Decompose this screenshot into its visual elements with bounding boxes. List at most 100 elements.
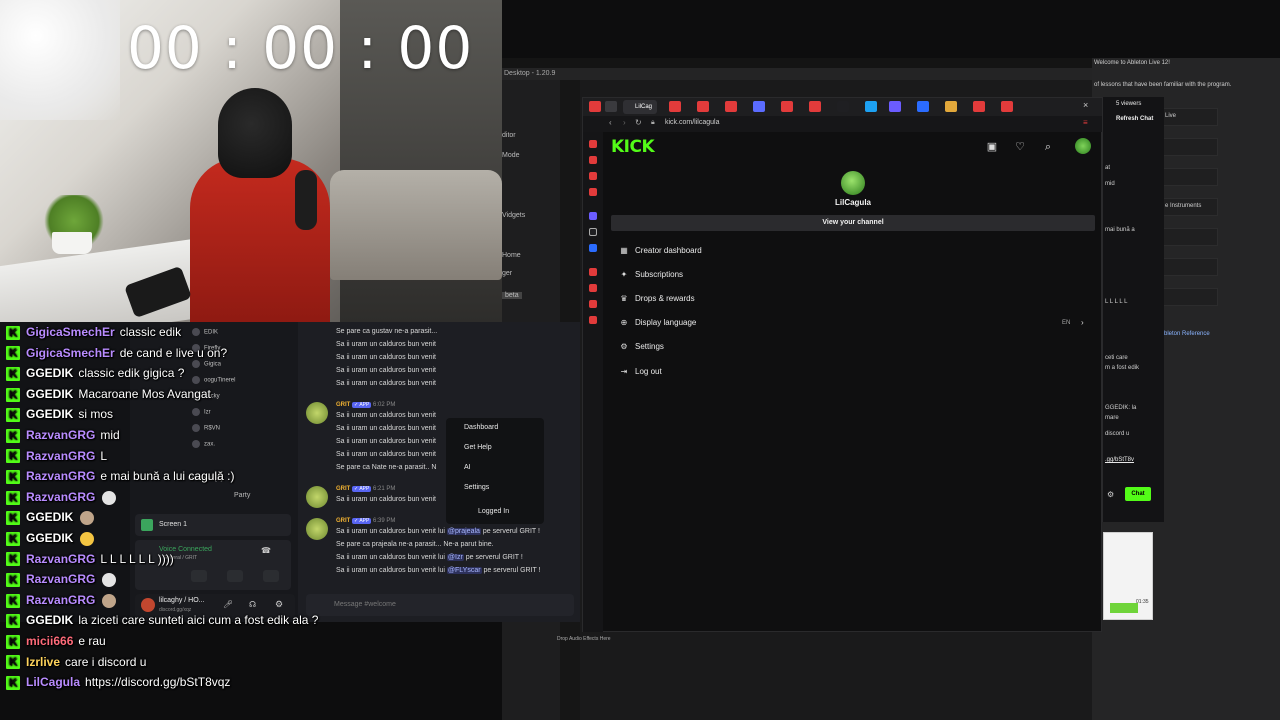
menu-item-log-out[interactable]: ⇥ Log out [619, 364, 1089, 380]
chat-snippet: L L L L L [1105, 299, 1128, 305]
chat-username[interactable]: RazvanGRG [26, 593, 95, 607]
sidebar-app-icon[interactable] [589, 172, 597, 180]
menu-item-creator-dashboard[interactable]: ▦ Creator dashboard [619, 243, 1089, 259]
address-input[interactable]: kick.com/lilcagula [665, 119, 719, 126]
view-channel-button[interactable]: View your channel [611, 215, 1095, 231]
close-icon[interactable]: × [1083, 100, 1088, 110]
chat-text: e mai bună a lui cagulă :) [100, 469, 235, 484]
tab-icon[interactable] [725, 101, 737, 112]
tab-icon[interactable] [809, 101, 821, 112]
help-box[interactable] [1160, 288, 1218, 306]
chat-text: classic edik [119, 325, 182, 339]
chat-username[interactable]: RazvanGRG [26, 449, 95, 463]
help-box[interactable] [1160, 228, 1218, 246]
help-box[interactable] [1160, 138, 1218, 156]
chat-username[interactable]: GGEDIK [26, 510, 73, 524]
chat-text: L [100, 448, 108, 463]
heart-icon[interactable]: ♡ [1013, 140, 1027, 154]
menu-item-drops[interactable]: ♛ Drops & rewards [619, 291, 1089, 307]
sidebar-app-icon[interactable] [589, 300, 597, 308]
help-item[interactable]: Live [1160, 108, 1218, 126]
chat-message: K RazvanGRG mid [6, 425, 120, 445]
chat-username[interactable]: RazvanGRG [26, 428, 95, 442]
chat-username[interactable]: GGEDIK [26, 407, 73, 421]
sidebar-item[interactable]: Home [502, 252, 521, 259]
gear-icon[interactable]: ⚙ [1107, 490, 1114, 499]
sidebar-item[interactable]: ditor [502, 132, 516, 139]
search-icon[interactable]: ⌕ [1041, 140, 1055, 154]
help-item[interactable]: e Instruments [1160, 198, 1218, 216]
sidebar-app-icon[interactable] [589, 228, 597, 236]
chat-send-button[interactable]: Chat [1125, 487, 1151, 501]
tab-icon[interactable] [837, 101, 849, 112]
chat-username[interactable]: Izrlive [26, 655, 60, 669]
tab-icon[interactable] [589, 101, 601, 112]
tab-icon[interactable] [697, 101, 709, 112]
sidebar-item[interactable]: Vidgets [502, 212, 525, 219]
menu-icon[interactable]: ≡ [1083, 118, 1088, 127]
chat-snippet: at [1105, 165, 1111, 171]
chat-username[interactable]: RazvanGRG [26, 490, 95, 504]
kick-badge-icon: K [6, 408, 20, 423]
sidebar-app-icon[interactable] [589, 316, 597, 324]
sidebar-app-icon[interactable] [589, 244, 597, 252]
sidebar-app-icon[interactable] [589, 156, 597, 164]
chat-text: Macaroane Mos Avangat [78, 386, 211, 401]
stream-chat-overlay: K GigicaSmechEr classic edik K GigicaSmechEr… [0, 322, 560, 720]
tab-icon[interactable] [753, 101, 765, 112]
kick-header: KICK ▣ ♡ ⌕ [603, 132, 1101, 162]
sidebar-app-icon[interactable] [589, 188, 597, 196]
tab-icon[interactable] [865, 101, 877, 112]
sidebar-item[interactable]: ger [502, 270, 512, 277]
chat-username[interactable]: RazvanGRG [26, 469, 95, 483]
chat-link[interactable]: .gg/bStT8v [1105, 457, 1134, 463]
chat-username[interactable]: GGEDIK [26, 531, 73, 545]
help-box[interactable] [1160, 258, 1218, 276]
chat-username[interactable]: GigicaSmechEr [26, 325, 115, 339]
emote-icon [80, 531, 95, 546]
profile-avatar[interactable] [841, 171, 865, 195]
tab-icon[interactable] [889, 101, 901, 112]
refresh-chat-button[interactable]: Refresh Chat [1116, 115, 1160, 123]
mixer-time: 01:35 [1136, 599, 1149, 605]
forward-icon[interactable]: › [623, 118, 626, 127]
kick-badge-icon: K [6, 531, 20, 546]
tab-icon[interactable] [917, 101, 929, 112]
chat-username[interactable]: RazvanGRG [26, 552, 95, 566]
kick-chat-panel: 5 viewers Refresh Chat at mid mai bună a… [1102, 97, 1164, 522]
streamer [190, 88, 350, 322]
kick-logo[interactable]: KICK [611, 137, 655, 157]
chat-message: K GGEDIK Macaroane Mos Avangat [6, 384, 211, 404]
tab-icon[interactable] [973, 101, 985, 112]
tab-icon[interactable] [781, 101, 793, 112]
help-box[interactable] [1160, 168, 1218, 186]
kick-badge-icon: K [6, 367, 20, 382]
reload-icon[interactable]: ↻ [635, 118, 642, 127]
avatar[interactable] [1075, 138, 1091, 154]
sidebar-app-icon[interactable] [589, 140, 597, 148]
chat-username[interactable]: GGEDIK [26, 613, 73, 627]
gift-icon[interactable]: ▣ [985, 140, 999, 154]
sidebar-item[interactable]: Mode [502, 152, 520, 159]
chat-message: K RazvanGRG L L L L L L )))) [6, 549, 174, 569]
balaclava [218, 88, 292, 178]
back-icon[interactable]: ‹ [609, 118, 612, 127]
sidebar-app-icon[interactable] [589, 284, 597, 292]
chat-username[interactable]: GGEDIK [26, 387, 73, 401]
chat-username[interactable]: RazvanGRG [26, 572, 95, 586]
tab-icon[interactable] [1001, 101, 1013, 112]
menu-item-subscriptions[interactable]: ✦ Subscriptions [619, 267, 1089, 283]
chat-username[interactable]: GigicaSmechEr [26, 346, 115, 360]
chat-username[interactable]: LilCagula [26, 675, 80, 689]
tab-icon[interactable] [669, 101, 681, 112]
chat-username[interactable]: micii666 [26, 634, 73, 648]
chat-username[interactable]: GGEDIK [26, 366, 73, 380]
tab-icon[interactable] [945, 101, 957, 112]
help-link[interactable]: Ableton Reference [1160, 331, 1210, 337]
menu-item-display-language[interactable]: ⊕ Display language EN › [619, 315, 1089, 331]
menu-item-settings[interactable]: ⚙ Settings [619, 339, 1089, 355]
sidebar-app-icon[interactable] [589, 212, 597, 220]
tab-kick[interactable]: LilCag [623, 100, 657, 114]
sidebar-app-icon[interactable] [589, 268, 597, 276]
tab-icon[interactable] [605, 101, 617, 112]
